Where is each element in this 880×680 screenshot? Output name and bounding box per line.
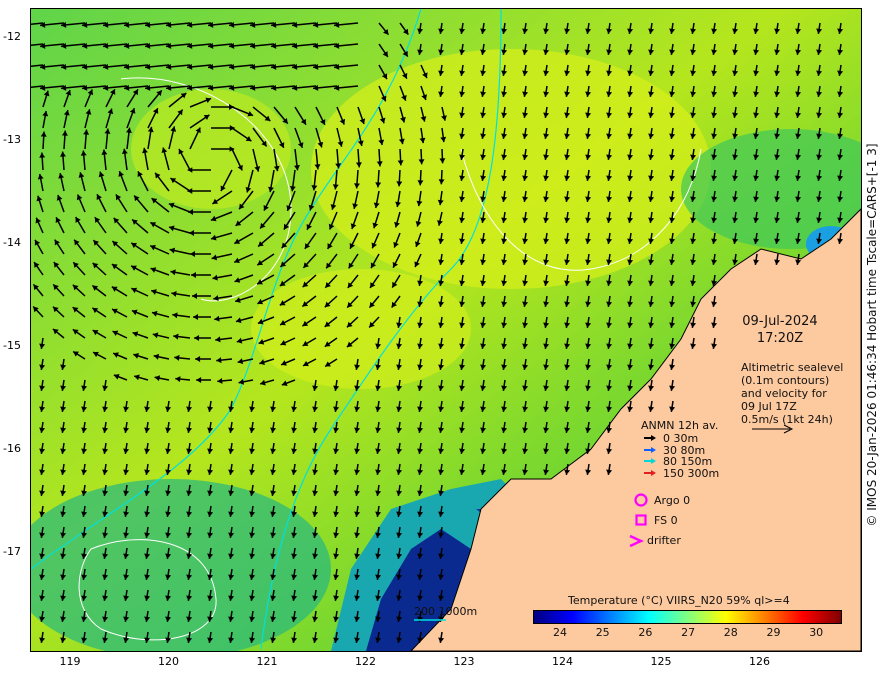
- sst-map[interactable]: [30, 8, 862, 652]
- anmn-legend-label: 150 300m: [663, 466, 720, 480]
- longitude-tick: 121: [256, 655, 278, 668]
- map-time: 17:20Z: [756, 331, 804, 346]
- latitude-tick: -15: [3, 339, 21, 352]
- drifter-label: drifter: [647, 534, 681, 547]
- colorbar-tick: 25: [595, 626, 610, 639]
- drifter-marker-icon: [629, 534, 644, 548]
- longitude-tick: 122: [355, 655, 376, 668]
- longitude-tick: 126: [749, 655, 770, 668]
- warm-patch: [251, 269, 471, 389]
- latitude-tick: -12: [3, 30, 21, 43]
- note-line: 09 Jul 17Z: [741, 400, 797, 413]
- longitude-tick: 123: [453, 655, 475, 668]
- colorbar-tick: 28: [723, 626, 738, 639]
- argo-marker-icon: [634, 493, 648, 507]
- longitude-tick: 125: [650, 655, 672, 668]
- longitude-tick: 120: [158, 655, 179, 668]
- temperature-colorbar: [533, 610, 842, 624]
- longitude-tick: 119: [59, 655, 81, 668]
- anmn-swatch-icon: [644, 435, 656, 441]
- colorbar-tick: 27: [681, 626, 696, 639]
- fs-label: FS 0: [654, 514, 678, 527]
- latitude-tick: -17: [3, 545, 21, 558]
- colorbar-tick: 30: [809, 626, 824, 639]
- colorbar-tick: 29: [766, 626, 781, 639]
- warm-patch: [311, 49, 711, 289]
- anmn-swatch-icon: [644, 458, 656, 464]
- scale-arrow-icon: [752, 424, 794, 434]
- map-canvas: [31, 9, 861, 651]
- anmn-legend-title: ANMN 12h av.: [641, 419, 719, 432]
- longitude-tick: 124: [552, 655, 573, 668]
- note-line: (0.1m contours): [741, 374, 830, 387]
- anmn-swatch-icon: [644, 446, 656, 453]
- note-line: Altimetric sealevel: [741, 361, 844, 374]
- colorbar-tick: 26: [638, 626, 653, 639]
- depth-contour-label: 200 1000m: [414, 605, 478, 618]
- argo-label: Argo 0: [654, 494, 691, 507]
- colorbar-title: Temperature (°C) VIIRS_N20 59% ql>=4: [568, 594, 790, 607]
- sealevel-note: Altimetric sealevel (0.1m contours) and …: [741, 361, 843, 426]
- depth-contour-swatch: [414, 619, 446, 621]
- latitude-tick: -14: [3, 236, 21, 249]
- copyright-text: © IMOS 20-Jan-2026 01:46:34 Hobart time …: [865, 143, 879, 527]
- anmn-swatch-icon: [644, 469, 656, 476]
- latitude-tick: -16: [3, 442, 21, 455]
- fs-marker-icon: [635, 514, 647, 526]
- note-line: and velocity for: [741, 387, 827, 400]
- latitude-tick: -13: [3, 133, 21, 146]
- colorbar-tick: 24: [553, 626, 567, 639]
- map-date: 09-Jul-2024: [742, 314, 818, 329]
